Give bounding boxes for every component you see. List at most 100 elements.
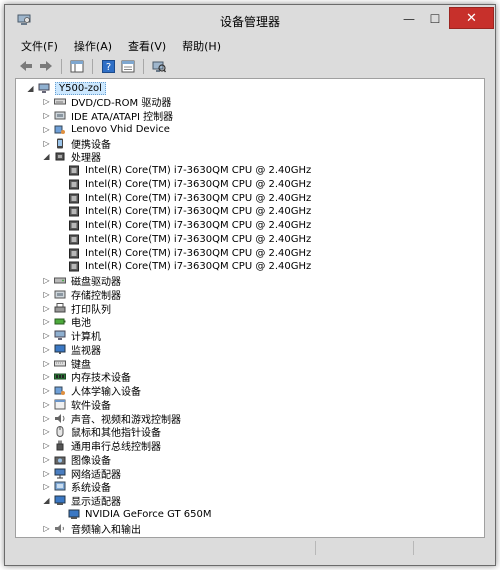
expand-arrow-icon[interactable]: ▷ (42, 290, 51, 299)
window-title: 设备管理器 (219, 15, 280, 29)
tree-category-item[interactable]: ▷ 声音、视频和游戏控制器 (42, 411, 181, 426)
tree-device-item[interactable]: Intel(R) Core(TM) i7-3630QM CPU @ 2.40GH… (68, 219, 311, 233)
tree-item-label: Intel(R) Core(TM) i7-3630QM CPU @ 2.40GH… (85, 247, 312, 259)
expand-arrow-icon[interactable]: ▷ (42, 372, 51, 381)
title-bar[interactable]: 设备管理器 — ☐ ✕ (5, 5, 495, 35)
help-button[interactable]: ? (99, 58, 117, 74)
sound-icon (54, 413, 66, 424)
network-adapter-icon (54, 468, 66, 479)
show-hide-console-tree-button[interactable] (68, 58, 86, 74)
tree-device-item[interactable]: Intel(R) Core(TM) i7-3630QM CPU @ 2.40GH… (68, 191, 311, 205)
computer-icon-root (38, 83, 50, 94)
expand-arrow-icon[interactable]: ▷ (42, 414, 51, 423)
properties-button[interactable] (119, 58, 137, 74)
tree-category-item[interactable]: ▷ 内存技术设备 (42, 370, 131, 384)
expand-arrow-icon[interactable]: ▷ (42, 304, 51, 313)
tree-device-item[interactable]: NVIDIA GeForce GT 650M (68, 507, 211, 521)
maximize-button[interactable]: ☐ (423, 9, 447, 29)
properties-icon (121, 60, 135, 72)
expand-arrow-icon[interactable]: ▷ (42, 455, 51, 464)
menu-view[interactable]: 查看(V) (118, 38, 172, 54)
tree-category-item[interactable]: ▷ 人体学输入设备 (42, 384, 141, 398)
scan-hardware-button[interactable] (150, 58, 168, 74)
battery-icon (54, 316, 66, 327)
collapse-arrow-icon[interactable]: ◢ (42, 152, 51, 161)
expand-arrow-icon[interactable]: ▷ (42, 482, 51, 491)
tree-item-label: 键盘 (71, 359, 91, 371)
expand-arrow-icon[interactable]: ▷ (42, 139, 51, 148)
tree-device-item[interactable]: Intel(R) Core(TM) i7-3630QM CPU @ 2.40GH… (68, 177, 311, 191)
tree-device-item[interactable]: Intel(R) Core(TM) i7-3630QM CPU @ 2.40GH… (68, 246, 311, 260)
expand-arrow-icon[interactable]: ▷ (42, 97, 51, 106)
tree-item-label: 存储控制器 (71, 290, 121, 302)
tree-category-item[interactable]: ▷ 存储控制器 (42, 287, 121, 302)
tree-item-label: Lenovo Vhid Device (71, 123, 170, 135)
menu-help[interactable]: 帮助(H) (172, 38, 227, 54)
expand-arrow-icon[interactable]: ▷ (42, 359, 51, 368)
memory-device-icon (54, 371, 66, 382)
tree-device-item[interactable]: Intel(R) Core(TM) i7-3630QM CPU @ 2.40GH… (68, 205, 311, 219)
computer-icon (54, 330, 66, 341)
expand-arrow-icon[interactable]: ▷ (42, 427, 51, 436)
tree-category-item[interactable]: ▷ 系统设备 (42, 480, 111, 494)
help-icon: ? (101, 59, 115, 73)
disk-drive-icon (54, 275, 66, 286)
keyboard-icon (54, 358, 66, 369)
expand-arrow-icon[interactable]: ▷ (42, 317, 51, 326)
expand-arrow-icon[interactable]: ▷ (42, 331, 51, 340)
tree-root-computer[interactable]: ◢ Y500-zol (26, 81, 106, 95)
tree-category-item[interactable]: ▷ 打印队列 (42, 301, 111, 316)
minimize-button[interactable]: — (397, 9, 421, 29)
expand-arrow-icon[interactable]: ▷ (42, 345, 51, 354)
tree-category-item[interactable]: ▷ 电池 (42, 315, 91, 329)
tree-item-label: 监视器 (71, 345, 101, 357)
expand-arrow-icon[interactable]: ▷ (42, 441, 51, 450)
menu-action[interactable]: 操作(A) (64, 38, 118, 54)
software-device-icon (54, 399, 66, 410)
forward-button[interactable] (37, 58, 55, 74)
device-tree[interactable]: ◢ Y500-zol ▷ DVD/CD-ROM 驱动器 ▷ IDE ATA/ATAPI 控… (15, 78, 485, 538)
expand-arrow-icon[interactable]: ▷ (42, 386, 51, 395)
tree-category-item[interactable]: ▷ 网络适配器 (42, 466, 121, 481)
tree-category-item[interactable]: ▷ 键盘 (42, 356, 91, 371)
gpu-card-icon (68, 509, 80, 520)
back-button[interactable] (17, 58, 35, 74)
usb-icon (54, 440, 66, 451)
tree-category-item[interactable]: ◢ 显示适配器 (42, 494, 121, 508)
tree-category-item[interactable]: ▷ 音频输入和输出 (42, 521, 141, 536)
expand-arrow-icon[interactable]: ▷ (42, 469, 51, 478)
storage-controller-icon (54, 289, 66, 300)
tree-device-item[interactable]: Intel(R) Core(TM) i7-3630QM CPU @ 2.40GH… (68, 260, 311, 274)
menu-file[interactable]: 文件(F) (11, 38, 64, 54)
collapse-arrow-icon[interactable]: ◢ (42, 496, 51, 505)
tree-item-label: 电池 (71, 318, 91, 330)
tree-item-label: DVD/CD-ROM 驱动器 (71, 98, 172, 110)
tree-category-item[interactable]: ▷ 软件设备 (42, 397, 111, 412)
tree-category-item[interactable]: ◢ 处理器 (42, 150, 101, 164)
tree-category-item[interactable]: ▷ 图像设备 (42, 452, 111, 467)
tree-category-item[interactable]: ▷ 鼠标和其他指针设备 (42, 425, 161, 439)
close-button[interactable]: ✕ (449, 7, 494, 29)
tree-category-item[interactable]: ▷ 便携设备 (42, 136, 111, 151)
expand-arrow-icon[interactable]: ▷ (42, 400, 51, 409)
tree-device-item[interactable]: Intel(R) Core(TM) i7-3630QM CPU @ 2.40GH… (68, 232, 311, 246)
expand-arrow-icon[interactable]: ▷ (42, 111, 51, 120)
tree-category-item[interactable]: ▷ IDE ATA/ATAPI 控制器 (42, 109, 173, 123)
tree-category-item[interactable]: ▷ DVD/CD-ROM 驱动器 (42, 95, 171, 109)
tree-category-item[interactable]: ▷ 磁盘驱动器 (42, 274, 121, 288)
back-arrow-icon (20, 61, 32, 71)
tree-item-label: IDE ATA/ATAPI 控制器 (71, 112, 174, 123)
tree-item-label: 处理器 (71, 153, 101, 165)
tree-category-item[interactable]: ▷ 计算机 (42, 329, 101, 343)
collapse-arrow-icon[interactable]: ◢ (26, 84, 35, 93)
tree-category-item[interactable]: ▷ Lenovo Vhid Device (42, 122, 170, 136)
tree-category-item[interactable]: ▷ 监视器 (42, 342, 101, 357)
expand-arrow-icon[interactable]: ▷ (42, 125, 51, 134)
cpu-chip-icon (68, 193, 80, 204)
tree-device-item[interactable]: Intel(R) Core(TM) i7-3630QM CPU @ 2.40GH… (68, 164, 311, 178)
tree-category-item[interactable]: ▷ 通用串行总线控制器 (42, 439, 161, 453)
monitor-icon (54, 344, 66, 355)
tree-item-label: 磁盘驱动器 (71, 277, 121, 288)
expand-arrow-icon[interactable]: ▷ (42, 524, 51, 533)
expand-arrow-icon[interactable]: ▷ (42, 276, 51, 285)
